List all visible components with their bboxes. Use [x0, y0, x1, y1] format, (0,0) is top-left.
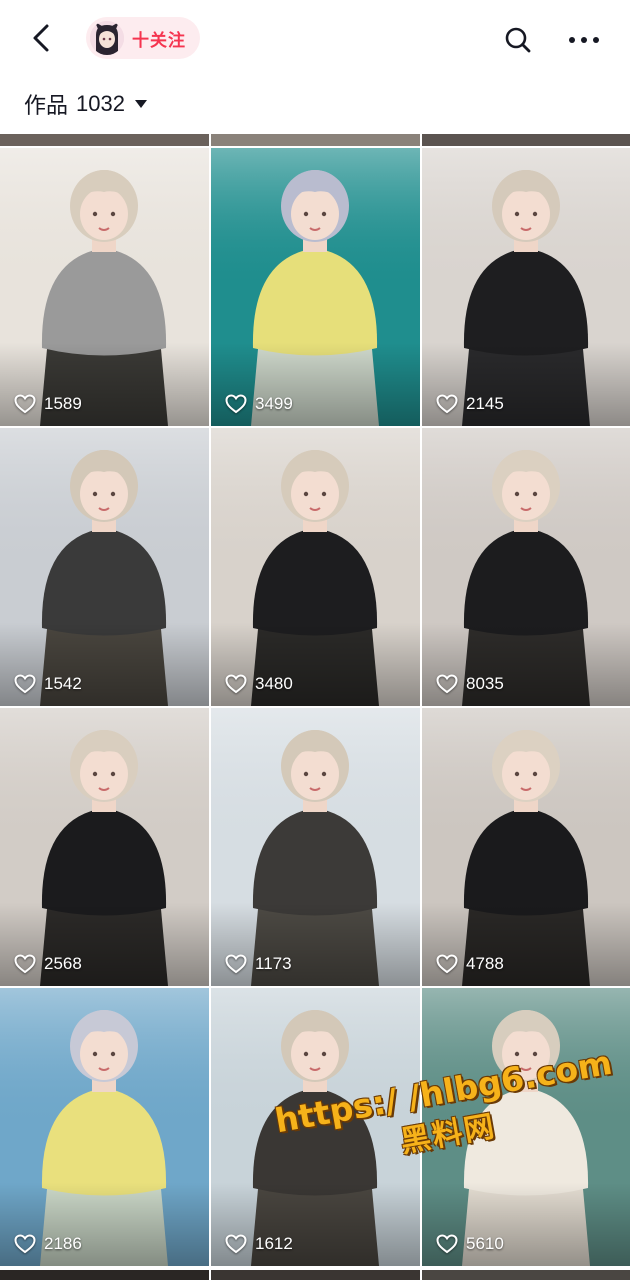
back-button[interactable]: [22, 18, 62, 58]
heart-outline-icon: [436, 674, 458, 694]
like-count-value: 3499: [255, 394, 293, 413]
video-tile[interactable]: 2568: [0, 708, 209, 986]
works-filter[interactable]: 作品 1032: [24, 86, 147, 122]
like-count: 1589: [14, 394, 82, 414]
like-count: 8035: [436, 674, 504, 694]
heart-outline-icon: [14, 674, 36, 694]
heart-outline-icon: [436, 954, 458, 974]
partial-row-tile: [422, 134, 630, 146]
like-count-value: 5610: [466, 1234, 504, 1253]
video-thumbnail: [211, 148, 420, 426]
follow-label: 十关注: [132, 30, 186, 50]
video-thumbnail: [211, 988, 420, 1266]
like-count-value: 2145: [466, 394, 504, 413]
video-thumbnail: [211, 708, 420, 986]
like-count: 1612: [225, 1234, 293, 1254]
like-count-value: 3480: [255, 674, 293, 693]
video-thumbnail: [422, 988, 630, 1266]
like-count: 2186: [14, 1234, 82, 1254]
like-count-value: 2568: [44, 954, 82, 973]
like-count-value: 4788: [466, 954, 504, 973]
partial-row-tile: [211, 134, 420, 146]
search-icon: [505, 27, 531, 53]
video-tile[interactable]: 2186: [0, 988, 209, 1266]
works-label: 作品: [24, 93, 69, 118]
like-count-value: 1173: [255, 954, 292, 973]
like-count: 4788: [436, 954, 504, 974]
like-count-value: 1612: [255, 1234, 293, 1253]
video-tile[interactable]: 8035: [422, 428, 630, 706]
works-count: 1032: [76, 91, 125, 116]
heart-outline-icon: [14, 394, 36, 414]
like-count: 3480: [225, 674, 293, 694]
heart-outline-icon: [14, 1234, 36, 1254]
like-count: 3499: [225, 394, 293, 414]
search-button[interactable]: [498, 20, 538, 60]
more-button[interactable]: [562, 20, 606, 60]
video-thumbnail: [0, 708, 209, 986]
video-tile[interactable]: 4788: [422, 708, 630, 986]
partial-row-tile: [211, 1270, 420, 1280]
follow-button[interactable]: 十关注: [86, 17, 200, 59]
video-thumbnail: [422, 148, 630, 426]
partial-row-tile: [422, 1270, 630, 1280]
video-tile[interactable]: 2145: [422, 148, 630, 426]
like-count-value: 2186: [44, 1234, 82, 1253]
video-thumbnail: [0, 988, 209, 1266]
video-thumbnail: [422, 428, 630, 706]
like-count-value: 1542: [44, 674, 82, 693]
heart-outline-icon: [436, 394, 458, 414]
video-tile[interactable]: 1542: [0, 428, 209, 706]
like-count: 5610: [436, 1234, 504, 1254]
video-tile[interactable]: 1612: [211, 988, 420, 1266]
video-tile[interactable]: 3480: [211, 428, 420, 706]
video-tile[interactable]: 1173: [211, 708, 420, 986]
dropdown-caret-icon: [134, 100, 147, 108]
video-thumbnail: [211, 428, 420, 706]
like-count: 2145: [436, 394, 504, 414]
partial-row-tile: [0, 1270, 209, 1280]
heart-outline-icon: [14, 954, 36, 974]
partial-row-tile: [0, 134, 209, 146]
heart-outline-icon: [225, 954, 247, 974]
like-count-value: 1589: [44, 394, 82, 413]
heart-outline-icon: [225, 674, 247, 694]
like-count: 1173: [225, 954, 292, 974]
back-chevron-icon: [33, 24, 49, 52]
heart-outline-icon: [225, 394, 247, 414]
avatar[interactable]: [90, 21, 124, 55]
heart-outline-icon: [436, 1234, 458, 1254]
like-count: 2568: [14, 954, 82, 974]
video-tile[interactable]: 5610: [422, 988, 630, 1266]
top-bar: 十关注: [0, 0, 630, 80]
video-tile[interactable]: 1589: [0, 148, 209, 426]
more-dots-icon: [569, 37, 599, 43]
video-tile[interactable]: 3499: [211, 148, 420, 426]
video-thumbnail: [422, 708, 630, 986]
video-thumbnail: [0, 428, 209, 706]
video-thumbnail: [0, 148, 209, 426]
like-count-value: 8035: [466, 674, 504, 693]
like-count: 1542: [14, 674, 82, 694]
heart-outline-icon: [225, 1234, 247, 1254]
